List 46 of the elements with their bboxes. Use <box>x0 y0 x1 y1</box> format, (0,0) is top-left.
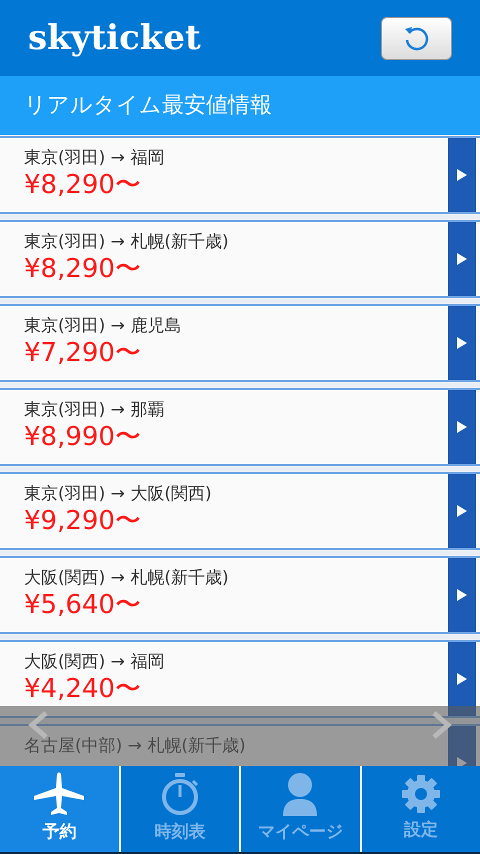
route-text: 東京(羽田) → 福岡 <box>24 148 166 170</box>
route-text: 東京(羽田) → 那覇 <box>24 400 166 422</box>
settings-icon <box>400 774 441 814</box>
price-text: ¥4,240〜 <box>24 673 142 706</box>
nav-tab[interactable]: 予約 <box>0 766 118 852</box>
route-item[interactable]: 大阪(関西) → 札幌(新千歳) ¥5,640〜 <box>0 556 480 634</box>
route-text: 東京(羽田) → 大阪(関西) <box>24 484 213 506</box>
route-arrow-tab[interactable] <box>448 306 476 380</box>
refresh-icon <box>402 24 430 52</box>
play-arrow-icon <box>456 420 468 434</box>
play-arrow-icon <box>456 588 468 602</box>
route-text: 大阪(関西) → 福岡 <box>24 652 166 674</box>
price-text: ¥7,290〜 <box>24 337 142 370</box>
price-text: ¥8,290〜 <box>24 253 142 286</box>
play-arrow-icon <box>456 336 468 350</box>
route-item[interactable]: 東京(羽田) → 那覇 ¥8,990〜 <box>0 388 480 466</box>
play-arrow-icon <box>456 756 468 766</box>
route-text: 東京(羽田) → 札幌(新千歳) <box>24 232 230 254</box>
route-text: 名古屋(中部) → 札幌(新千歳) <box>24 736 247 758</box>
route-text: 東京(羽田) → 鹿児島 <box>24 316 182 338</box>
route-item[interactable]: 東京(羽田) → 札幌(新千歳) ¥8,290〜 <box>0 220 480 298</box>
section-title: リアルタイム最安値情報 <box>24 92 272 120</box>
airplane-icon <box>32 772 86 816</box>
route-arrow-tab[interactable] <box>448 474 476 548</box>
price-text: ¥8,990〜 <box>24 421 142 454</box>
price-text: ¥5,640〜 <box>24 589 142 622</box>
play-arrow-icon <box>456 672 468 686</box>
route-arrow-tab[interactable] <box>448 642 476 716</box>
play-arrow-icon <box>456 504 468 518</box>
route-arrow-tab[interactable] <box>448 138 476 212</box>
next-chevron-button[interactable] <box>430 710 454 740</box>
route-arrow-tab[interactable] <box>448 390 476 464</box>
person-icon <box>282 772 318 816</box>
price-text: ¥8,290〜 <box>24 169 142 202</box>
route-arrow-tab[interactable] <box>448 558 476 632</box>
route-item[interactable]: 東京(羽田) → 福岡 ¥8,290〜 <box>0 136 480 214</box>
route-item[interactable]: 大阪(関西) → 福岡 ¥4,240〜 <box>0 640 480 718</box>
app-logo: skyticket <box>28 21 201 55</box>
refresh-button[interactable] <box>381 16 452 60</box>
play-arrow-icon <box>456 168 468 182</box>
route-arrow-tab[interactable] <box>448 222 476 296</box>
route-item[interactable]: 東京(羽田) → 大阪(関西) ¥9,290〜 <box>0 472 480 550</box>
route-text: 大阪(関西) → 札幌(新千歳) <box>24 568 230 590</box>
price-text: ¥9,290〜 <box>24 505 142 538</box>
route-item[interactable]: 東京(羽田) → 鹿児島 ¥7,290〜 <box>0 304 480 382</box>
play-arrow-icon <box>456 252 468 266</box>
